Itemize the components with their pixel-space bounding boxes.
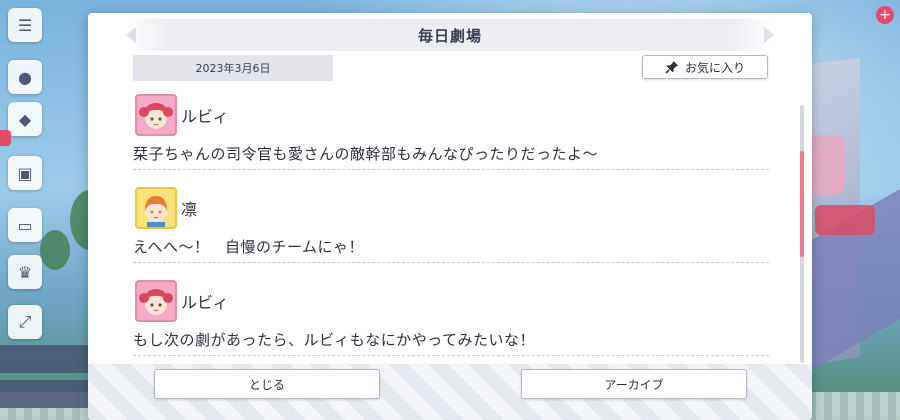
dialogue-entry: ルビィ 栞子ちゃんの司令官も愛さんの敵幹部もみんなぴったりだったよ〜 xyxy=(133,93,769,170)
dialogue-entry: 凛 えへへ〜！ 自慢のチームにゃ！ xyxy=(133,186,769,263)
gift-icon[interactable]: ▣ xyxy=(8,156,42,190)
ruby-avatar xyxy=(135,94,177,136)
dialogue-line: 栞子ちゃんの司令官も愛さんの敵幹部もみんなぴったりだったよ〜 xyxy=(133,145,599,163)
favorite-label: お気に入り xyxy=(684,60,745,75)
trophy-icon[interactable]: ♛ xyxy=(8,255,42,289)
event-badge xyxy=(0,130,11,146)
dialogue-line: もし次の劇があったら、ルビィもなにかやってみたいな！ xyxy=(133,331,535,349)
speaker-name: 凛 xyxy=(181,200,198,219)
speaker-row: ルビィ xyxy=(133,93,769,137)
dialogue-list: ルビィ 栞子ちゃんの司令官も愛さんの敵幹部もみんなぴったりだったよ〜 凛 えへへ… xyxy=(133,93,769,363)
favorite-button[interactable]: お気に入り xyxy=(642,55,768,79)
speaker-row: ルビィ xyxy=(133,279,769,323)
menu-icon[interactable]: ☰ xyxy=(8,8,42,42)
speaker-row: 凛 xyxy=(133,186,769,230)
dialog-title-bar: 毎日劇場 xyxy=(126,19,774,51)
divider xyxy=(133,262,769,263)
pin-icon xyxy=(665,60,679,74)
dialogue-entry: ルビィ もし次の劇があったら、ルビィもなにかやってみたいな！ xyxy=(133,279,769,356)
chat-icon[interactable]: ● xyxy=(8,60,42,94)
dialogue-line: えへへ〜！ 自慢のチームにゃ！ xyxy=(133,238,365,256)
close-button[interactable]: とじる xyxy=(154,369,380,399)
scrollbar-thumb[interactable] xyxy=(800,151,804,257)
ruby-avatar xyxy=(135,280,177,322)
scrollbar[interactable] xyxy=(800,105,804,363)
archive-button[interactable]: アーカイブ xyxy=(521,369,747,399)
monitor-icon[interactable]: ▭ xyxy=(8,208,42,242)
add-currency-icon[interactable]: + xyxy=(876,6,894,24)
speaker-name: ルビィ xyxy=(181,293,229,312)
divider xyxy=(133,169,769,170)
speaker-name: ルビィ xyxy=(181,107,229,126)
daily-theater-dialog: 毎日劇場 2023年3月6日 お気に入り ルビィ 栞子ちゃんの司令官も愛さんの敵… xyxy=(88,13,812,420)
event-icon[interactable]: ◆ xyxy=(8,102,42,136)
background-panel xyxy=(815,205,875,235)
rin-avatar xyxy=(135,187,177,229)
side-shortcut[interactable] xyxy=(0,380,92,408)
side-menu: ☰ ● ◆ ▣ ▭ ♛ ⤢ xyxy=(0,0,92,420)
date-label: 2023年3月6日 xyxy=(133,55,333,81)
expand-icon[interactable]: ⤢ xyxy=(8,305,42,339)
side-shortcut[interactable] xyxy=(0,345,92,373)
divider xyxy=(133,355,769,356)
dialog-title: 毎日劇場 xyxy=(417,26,482,45)
